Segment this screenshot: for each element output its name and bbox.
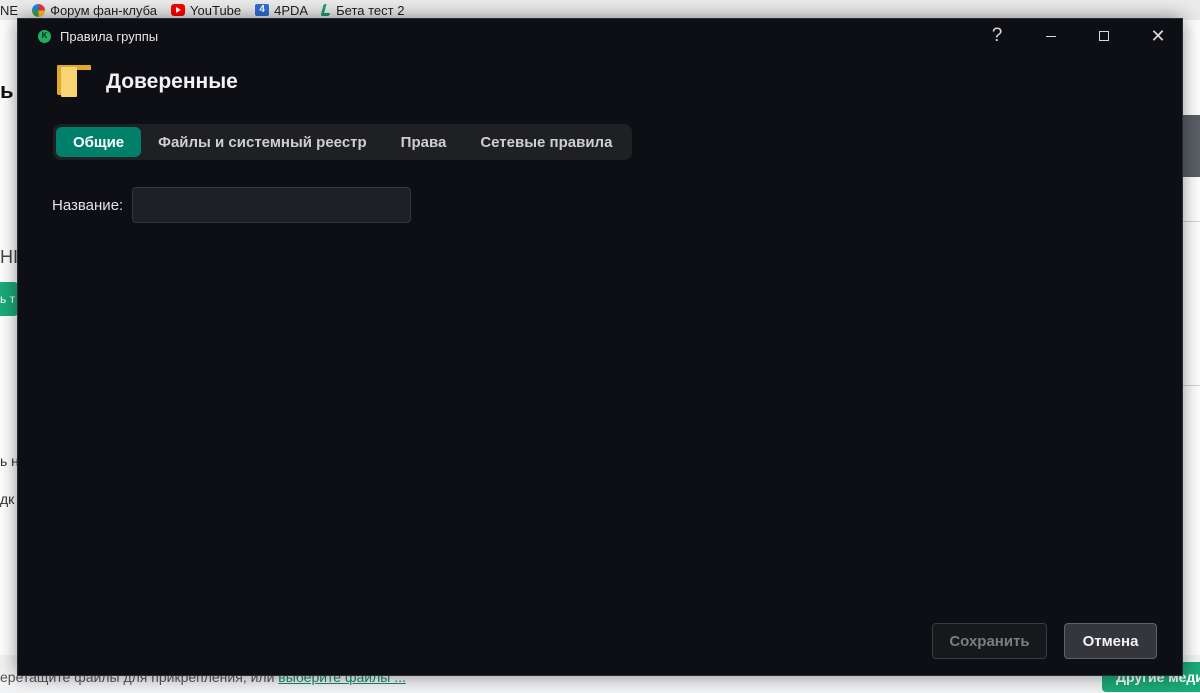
bookmark-label: 4PDA — [274, 2, 309, 18]
close-button[interactable]: ✕ — [1135, 19, 1181, 53]
cancel-button[interactable]: Отмена — [1064, 623, 1157, 659]
help-button[interactable]: ? — [974, 19, 1020, 53]
tab-rights[interactable]: Права — [384, 127, 464, 157]
window-title: Правила группы — [60, 28, 159, 44]
close-icon: ✕ — [1150, 25, 1166, 46]
name-row: Название: — [52, 187, 412, 223]
background-title-fragment: ь — [0, 78, 14, 103]
bookmark-4pda[interactable]: 4 4PDA — [255, 3, 308, 18]
dialog-header: Доверенные — [54, 65, 238, 99]
bookmark-label: Бета тест 2 — [336, 2, 405, 18]
folder-icon — [54, 65, 91, 99]
tab-files-registry[interactable]: Файлы и системный реестр — [141, 127, 384, 157]
background-text-fragment: дк — [0, 491, 15, 507]
save-button[interactable]: Сохранить — [932, 623, 1047, 659]
beta-test-icon — [320, 4, 333, 16]
name-label: Название: — [52, 196, 124, 214]
maximize-icon — [1099, 31, 1109, 41]
bookmark-youtube[interactable]: YouTube — [171, 3, 241, 18]
name-input[interactable] — [132, 187, 412, 223]
group-rules-dialog: K Правила группы ? ✕ Доверенные Общие Фа… — [17, 18, 1183, 676]
bookmark-label: Форум фан-клуба — [50, 2, 158, 18]
maximize-button[interactable] — [1081, 19, 1127, 53]
minimize-button[interactable] — [1028, 19, 1074, 53]
title-bar[interactable]: K Правила группы ? ✕ — [18, 19, 1182, 53]
bookmark-label: NE — [0, 2, 19, 18]
bookmark-label: YouTube — [190, 2, 242, 18]
background-green-button[interactable]: ь т — [0, 282, 18, 316]
minimize-icon — [1046, 35, 1056, 37]
group-name-heading: Доверенные — [106, 70, 238, 93]
help-icon: ? — [991, 25, 1003, 46]
bookmark-ne[interactable]: NE — [0, 3, 18, 18]
bookmarks-bar: NE Форум фан-клуба YouTube 4 4PDA Бета те… — [0, 0, 1200, 20]
bookmark-forum[interactable]: Форум фан-клуба — [32, 3, 157, 18]
4pda-icon: 4 — [255, 4, 270, 16]
background-button-label: ь т — [0, 292, 16, 306]
background-text-fragment: НI — [0, 247, 18, 267]
tab-network-rules[interactable]: Сетевые правила — [463, 127, 629, 157]
tab-general[interactable]: Общие — [56, 127, 142, 157]
bookmark-beta-test[interactable]: Бета тест 2 — [320, 2, 405, 18]
youtube-icon — [171, 4, 186, 16]
forum-icon — [32, 3, 46, 17]
tab-bar: Общие Файлы и системный реестр Права Сет… — [53, 124, 633, 160]
kaspersky-app-icon: K — [38, 29, 51, 43]
